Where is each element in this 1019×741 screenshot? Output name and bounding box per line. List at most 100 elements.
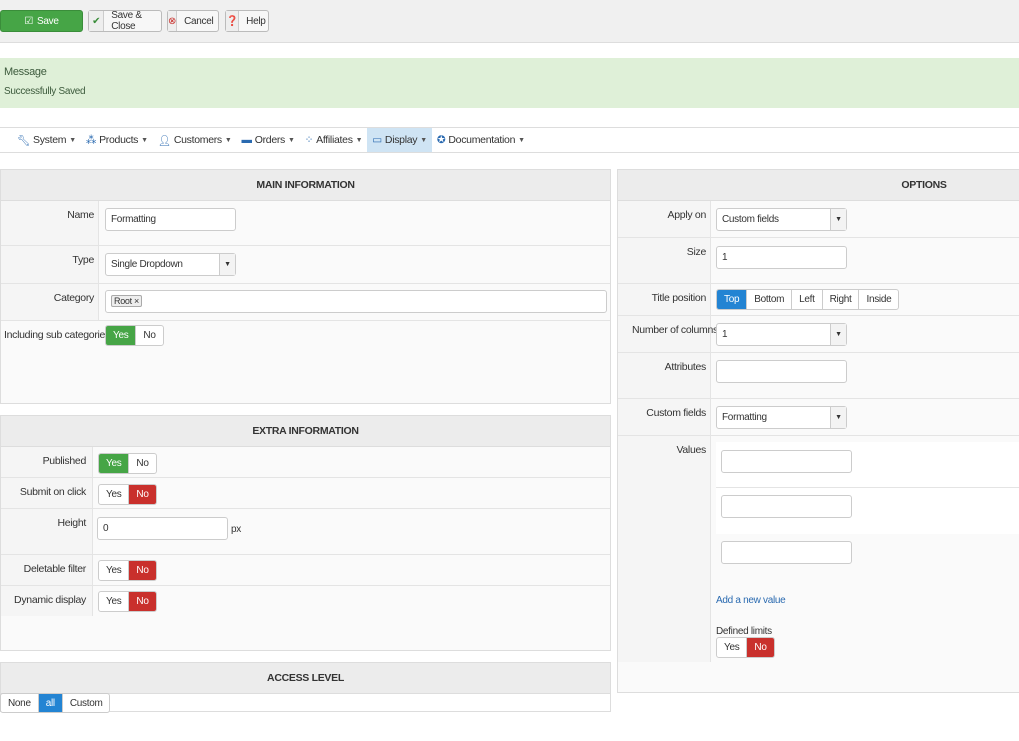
access-level-toggle[interactable]: None all Custom	[0, 693, 111, 713]
height-row: Height 0 px	[1, 509, 610, 555]
panel-title: EXTRA INFORMATION	[1, 416, 610, 447]
chevron-down-icon: ▼	[830, 324, 846, 345]
toolbar: ☑ Save ✔ Save & Close ⊗ Cancel ❓ Help	[0, 0, 1019, 43]
title-pos-top[interactable]: Top	[717, 290, 748, 309]
yes-option[interactable]: Yes	[99, 485, 130, 504]
credit-card-icon: ▬	[241, 134, 253, 146]
title-pos-left[interactable]: Left	[792, 290, 823, 309]
no-option[interactable]: No	[136, 326, 162, 345]
add-value-link[interactable]: Add a new value	[716, 595, 786, 606]
no-option[interactable]: No	[129, 485, 156, 504]
chevron-down-icon: ▼	[219, 254, 235, 275]
type-select[interactable]: Single Dropdown ▼	[105, 253, 236, 276]
title-position-row: Title position Top Bottom Left Right Inside	[618, 284, 1019, 316]
published-toggle[interactable]: Yes No	[98, 453, 157, 474]
attributes-input[interactable]	[716, 360, 847, 383]
size-row: Size 1	[618, 238, 1019, 284]
no-option[interactable]: No	[129, 592, 156, 611]
yes-option[interactable]: Yes	[717, 638, 748, 657]
panel-title: ACCESS LEVEL	[1, 663, 610, 694]
published-row: Published Yes No	[1, 447, 610, 478]
title-pos-bottom[interactable]: Bottom	[747, 290, 793, 309]
yes-option[interactable]: Yes	[99, 454, 130, 473]
menu-system[interactable]: 🔧︎ System ▼	[12, 128, 81, 152]
type-row: Type Single Dropdown ▼	[1, 246, 610, 284]
user-icon: 👤︎	[157, 134, 171, 147]
menu-customers[interactable]: 👤︎ Customers ▼	[153, 128, 237, 152]
height-unit: px	[231, 524, 241, 535]
remove-icon[interactable]: ×	[134, 296, 139, 306]
cubes-icon: ⁂	[85, 134, 97, 146]
wrench-icon: 🔧︎	[17, 134, 31, 147]
name-row: Name Formatting	[1, 201, 610, 246]
cancel-button[interactable]: ⊗ Cancel	[167, 10, 219, 32]
custom-fields-select[interactable]: Formatting ▼	[716, 406, 847, 429]
columns-row: Number of columns 1 ▼	[618, 316, 1019, 353]
save-button[interactable]: ☑ Save	[0, 10, 83, 32]
defined-limits-toggle[interactable]: Yes No	[716, 637, 775, 658]
edit-icon: ☑	[24, 15, 34, 27]
menu-display[interactable]: ▭ Display ▼	[367, 128, 432, 152]
menu-affiliates[interactable]: ⁘ Affiliates ▼	[300, 128, 368, 152]
dynamic-row: Dynamic display Yes No	[1, 586, 610, 617]
title-position-toggle[interactable]: Top Bottom Left Right Inside	[716, 289, 900, 310]
extra-information-panel: EXTRA INFORMATION Published Yes No Submit…	[0, 415, 611, 651]
apply-select[interactable]: Custom fields ▼	[716, 208, 847, 231]
name-input[interactable]: Formatting	[105, 208, 236, 231]
menu-documentation[interactable]: ✪ Documentation ▼	[432, 128, 530, 152]
panel-title: MAIN INFORMATION	[1, 170, 610, 201]
lifebuoy-icon: ✪	[436, 134, 446, 146]
menu-orders[interactable]: ▬ Orders ▼	[237, 128, 300, 152]
message-text: Successfully Saved	[4, 86, 86, 97]
options-panel: OPTIONS Apply on Custom fields ▼ Size 1 T…	[617, 169, 1019, 693]
custom-fields-row: Custom fields Formatting ▼	[618, 399, 1019, 436]
defined-limits-label: Defined limits	[716, 626, 772, 637]
monitor-icon: ▭	[372, 134, 382, 146]
no-option[interactable]: No	[129, 561, 156, 580]
values-row: Values Add a new value Defined limits Ye…	[618, 436, 1019, 663]
question-icon: ❓	[226, 11, 240, 31]
main-menu: 🔧︎ System ▼ ⁂ Products ▼ 👤︎ Customers ▼ ▬ Order…	[0, 127, 1019, 153]
save-close-button[interactable]: ✔ Save & Close	[88, 10, 162, 32]
no-option[interactable]: No	[129, 454, 155, 473]
no-option[interactable]: No	[747, 638, 774, 657]
panel-title: OPTIONS	[618, 170, 1019, 201]
sub-categories-toggle[interactable]: Yes No	[105, 325, 164, 346]
value-input[interactable]	[721, 495, 852, 518]
title-pos-right[interactable]: Right	[823, 290, 860, 309]
apply-row: Apply on Custom fields ▼	[618, 201, 1019, 238]
access-none[interactable]: None	[1, 694, 39, 712]
access-all[interactable]: all	[38, 694, 63, 712]
columns-select[interactable]: 1 ▼	[716, 323, 847, 346]
submit-row: Submit on click Yes No	[1, 478, 610, 509]
success-message: Message Successfully Saved	[0, 58, 1019, 108]
check-icon: ✔	[89, 11, 105, 31]
attributes-row: Attributes	[618, 353, 1019, 399]
message-title: Message	[4, 66, 47, 78]
size-input[interactable]: 1	[716, 246, 847, 269]
access-level-panel: ACCESS LEVEL None all Custom	[0, 662, 611, 713]
yes-option[interactable]: Yes	[99, 561, 130, 580]
sub-categories-row: Including sub categories Yes No	[1, 321, 610, 348]
menu-products[interactable]: ⁂ Products ▼	[81, 128, 153, 152]
height-input[interactable]: 0	[97, 517, 228, 540]
title-pos-inside[interactable]: Inside	[859, 290, 898, 309]
value-input[interactable]	[721, 450, 852, 473]
submit-toggle[interactable]: Yes No	[98, 484, 157, 505]
dynamic-toggle[interactable]: Yes No	[98, 591, 157, 612]
yes-option[interactable]: Yes	[99, 592, 130, 611]
chevron-down-icon: ▼	[830, 407, 846, 428]
yes-option[interactable]: Yes	[106, 326, 137, 345]
category-input[interactable]: Root ×	[105, 290, 607, 313]
users-icon: ⁘	[304, 134, 314, 146]
main-information-panel: MAIN INFORMATION Name Formatting Type Si…	[0, 169, 611, 404]
chevron-down-icon: ▼	[830, 209, 846, 230]
deletable-toggle[interactable]: Yes No	[98, 560, 157, 581]
value-input[interactable]	[721, 541, 852, 564]
deletable-row: Deletable filter Yes No	[1, 555, 610, 586]
category-row: Category Root ×	[1, 284, 610, 321]
help-button[interactable]: ❓ Help	[225, 10, 269, 32]
cancel-icon: ⊗	[168, 11, 178, 31]
category-tag[interactable]: Root ×	[111, 295, 142, 307]
access-custom[interactable]: Custom	[63, 694, 110, 712]
